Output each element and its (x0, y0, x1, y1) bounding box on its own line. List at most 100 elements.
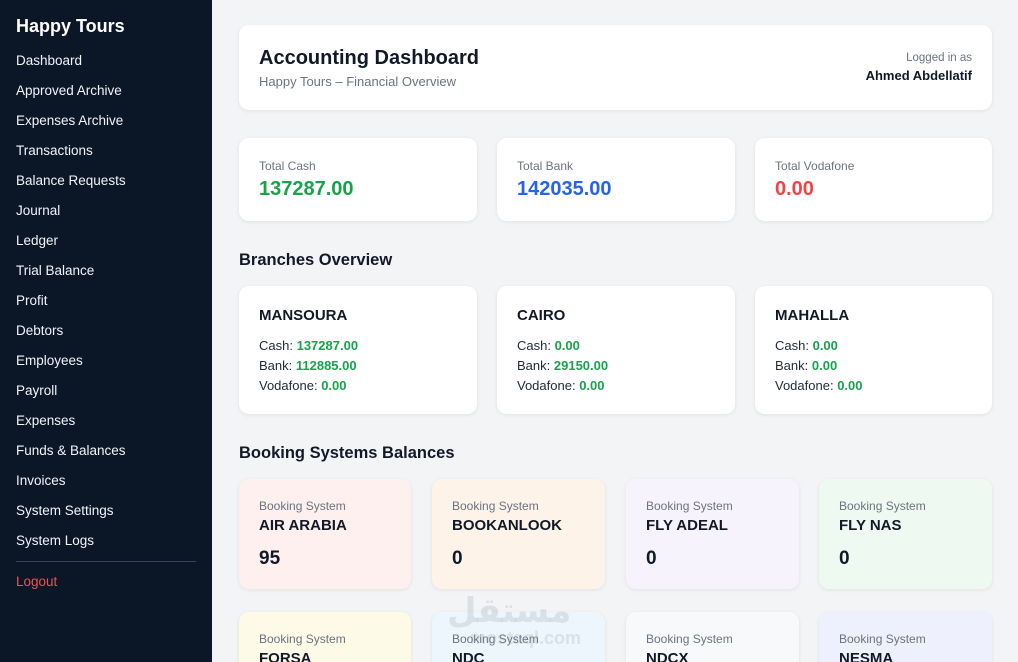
sidebar-item-ledger[interactable]: Ledger (16, 232, 126, 262)
branches-section-title: Branches Overview (239, 251, 393, 269)
branch-cash-line: Cash: 0.00 (775, 338, 838, 353)
bank-label: Bank: (517, 358, 551, 373)
branch-name: MANSOURA (259, 307, 348, 324)
cash-value: 137287.00 (296, 338, 359, 353)
sidebar-item-transactions[interactable]: Transactions (16, 142, 126, 172)
vodafone-value: 0.00 (837, 378, 863, 393)
bank-label: Bank: (259, 358, 293, 373)
booking-system-label: Booking System (839, 499, 926, 513)
booking-system-label: Booking System (646, 499, 733, 513)
sidebar-item-invoices[interactable]: Invoices (16, 472, 126, 502)
booking-section-title: Booking Systems Balances (239, 444, 455, 462)
sidebar-item-profit[interactable]: Profit (16, 292, 126, 322)
booking-system-value: 0 (646, 548, 657, 569)
total-bank-card: Total Bank 142035.00 (497, 138, 735, 221)
sidebar-item-debtors[interactable]: Debtors (16, 322, 126, 352)
booking-system-name: FORSA (259, 650, 312, 662)
booking-system-name: NESMA (839, 650, 894, 662)
cash-label: Cash: (259, 338, 293, 353)
branch-name: CAIRO (517, 307, 566, 324)
page-subtitle: Happy Tours – Financial Overview (259, 74, 457, 89)
booking-system-name: FLY NAS (839, 517, 902, 534)
total-cash-card: Total Cash 137287.00 (239, 138, 477, 221)
booking-system-name: BOOKANLOOK (452, 517, 562, 534)
booking-system-label: Booking System (259, 632, 346, 646)
sidebar-divider (16, 561, 196, 562)
cash-label: Cash: (775, 338, 809, 353)
total-vodafone-label: Total Vodafone (775, 159, 855, 173)
sidebar: Happy Tours Dashboard Approved Archive E… (0, 0, 212, 662)
bank-value: 112885.00 (295, 358, 357, 373)
branch-card-cairo: CAIRO Cash: 0.00 Bank: 29150.00 Vodafone… (497, 286, 735, 414)
bank-value: 29150.00 (553, 358, 609, 373)
booking-system-label: Booking System (452, 499, 539, 513)
branch-vodafone-line: Vodafone: 0.00 (517, 378, 605, 393)
booking-system-label: Booking System (259, 499, 346, 513)
sidebar-item-balance-requests[interactable]: Balance Requests (16, 172, 126, 202)
cash-label: Cash: (517, 338, 551, 353)
booking-card-nesma: Booking System NESMA (819, 612, 992, 662)
booking-card-ndcx: Booking System NDCX (626, 612, 799, 662)
booking-card-fly-nas: Booking System FLY NAS 0 (819, 479, 992, 589)
branch-vodafone-line: Vodafone: 0.00 (775, 378, 863, 393)
branch-bank-line: Bank: 0.00 (775, 358, 837, 373)
bank-value: 0.00 (811, 358, 838, 373)
booking-card-air-arabia: Booking System AIR ARABIA 95 (239, 479, 411, 589)
vodafone-label: Vodafone: (517, 378, 576, 393)
booking-system-value: 0 (452, 548, 463, 569)
branch-bank-line: Bank: 29150.00 (517, 358, 608, 373)
booking-system-name: FLY ADEAL (646, 517, 728, 534)
booking-system-label: Booking System (839, 632, 926, 646)
total-vodafone-value: 0.00 (775, 178, 814, 200)
booking-card-ndc: Booking System NDC (432, 612, 605, 662)
cash-value: 0.00 (812, 338, 838, 353)
branch-card-mansoura: MANSOURA Cash: 137287.00 Bank: 112885.00… (239, 286, 477, 414)
booking-system-label: Booking System (452, 632, 539, 646)
logged-in-user: Ahmed Abdellatif (865, 68, 972, 83)
header-card: Accounting Dashboard Happy Tours – Finan… (239, 25, 992, 110)
booking-system-name: AIR ARABIA (259, 517, 347, 534)
booking-system-value: 0 (839, 548, 850, 569)
branch-vodafone-line: Vodafone: 0.00 (259, 378, 347, 393)
logout-link[interactable]: Logout (16, 574, 57, 589)
sidebar-item-payroll[interactable]: Payroll (16, 382, 126, 412)
branch-cash-line: Cash: 137287.00 (259, 338, 358, 353)
cash-value: 0.00 (554, 338, 580, 353)
sidebar-item-journal[interactable]: Journal (16, 202, 126, 232)
vodafone-label: Vodafone: (259, 378, 318, 393)
total-cash-label: Total Cash (259, 159, 316, 173)
booking-system-value: 95 (259, 548, 281, 569)
booking-card-fly-adeal: Booking System FLY ADEAL 0 (626, 479, 799, 589)
total-cash-value: 137287.00 (259, 178, 354, 200)
sidebar-item-trial-balance[interactable]: Trial Balance (16, 262, 126, 292)
sidebar-item-funds-balances[interactable]: Funds & Balances (16, 442, 126, 472)
sidebar-item-system-logs[interactable]: System Logs (16, 532, 126, 562)
booking-system-label: Booking System (646, 632, 733, 646)
branch-cash-line: Cash: 0.00 (517, 338, 580, 353)
sidebar-item-approved-archive[interactable]: Approved Archive (16, 82, 126, 112)
total-bank-value: 142035.00 (517, 178, 612, 200)
branch-bank-line: Bank: 112885.00 (259, 358, 357, 373)
vodafone-label: Vodafone: (775, 378, 834, 393)
sidebar-item-employees[interactable]: Employees (16, 352, 126, 382)
logged-in-label: Logged in as (906, 52, 972, 64)
branch-card-mahalla: MAHALLA Cash: 0.00 Bank: 0.00 Vodafone: … (755, 286, 992, 414)
branch-name: MAHALLA (775, 307, 850, 324)
brand-title: Happy Tours (16, 16, 125, 36)
booking-card-bookanlook: Booking System BOOKANLOOK 0 (432, 479, 605, 589)
total-vodafone-card: Total Vodafone 0.00 (755, 138, 992, 221)
sidebar-item-dashboard[interactable]: Dashboard (16, 52, 126, 82)
sidebar-item-system-settings[interactable]: System Settings (16, 502, 126, 532)
total-bank-label: Total Bank (517, 159, 574, 173)
page-title: Accounting Dashboard (259, 47, 480, 69)
sidebar-nav: Dashboard Approved Archive Expenses Arch… (16, 52, 126, 562)
main-content: Accounting Dashboard Happy Tours – Finan… (212, 0, 1018, 662)
sidebar-item-expenses-archive[interactable]: Expenses Archive (16, 112, 126, 142)
booking-card-forsa: Booking System FORSA (239, 612, 411, 662)
booking-system-name: NDCX (646, 650, 689, 662)
vodafone-value: 0.00 (579, 378, 605, 393)
booking-system-name: NDC (452, 650, 485, 662)
vodafone-value: 0.00 (321, 378, 347, 393)
sidebar-item-expenses[interactable]: Expenses (16, 412, 126, 442)
bank-label: Bank: (775, 358, 809, 373)
